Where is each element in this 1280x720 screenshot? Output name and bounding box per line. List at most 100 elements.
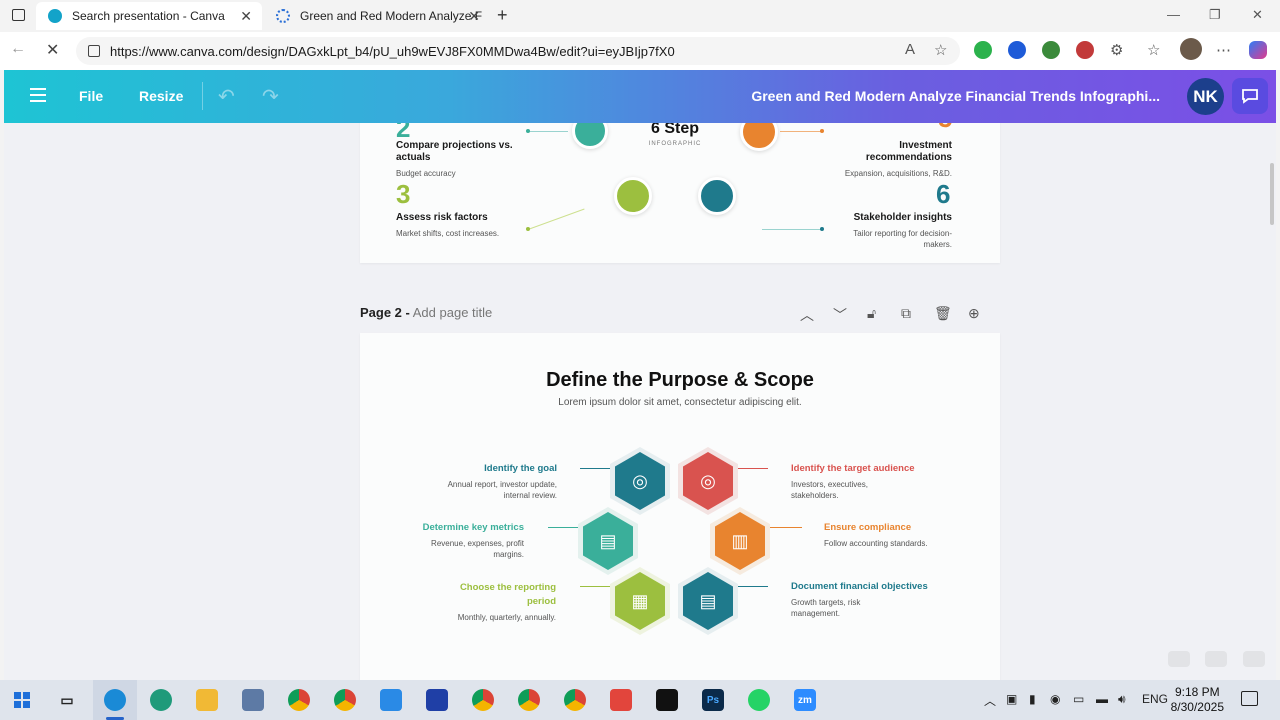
item-goal-heading: Identify the goal [484,463,557,474]
item-compliance-subtext: Follow accounting standards. [824,539,928,548]
undo-icon[interactable]: ↶ [218,84,235,109]
step-6-heading: Stakeholder insights [853,212,952,223]
step-3-heading: Assess risk factors [396,212,488,223]
meet-now-icon[interactable]: ▣ [1006,692,1017,706]
connector-line [527,208,585,230]
task-view-icon[interactable]: ▭ [56,689,78,711]
redo-icon[interactable]: ↷ [262,84,279,109]
address-bar[interactable]: https://www.canva.com/design/DAGxkLpt_b4… [76,37,960,65]
edge-tray-icon[interactable]: ◉ [1050,692,1060,706]
item-audience-subtext: Investors, executives, stakeholders. [791,480,868,500]
move-page-up-icon[interactable]: ︿ [800,305,814,325]
network-icon[interactable]: ▭ [1073,692,1084,706]
minimize-button[interactable]: — [1167,7,1180,22]
extension-shield-icon[interactable] [974,41,992,59]
move-page-down-icon[interactable]: ﹀ [833,305,847,325]
system-clock[interactable]: 9:18 PM 8/30/2025 [1171,685,1224,715]
item-period-subtext: Monthly, quarterly, annually. [457,613,556,622]
clock-time: 9:18 PM [1174,685,1220,699]
extension-blue-icon[interactable] [1008,41,1026,59]
close-tab-icon[interactable]: ✕ [240,8,252,25]
show-hidden-icons[interactable]: ︿ [984,692,996,709]
url-text: https://www.canva.com/design/DAGxkLpt_b4… [110,43,675,59]
chrome-icon[interactable] [288,689,310,711]
photoshop-icon[interactable]: Ps [702,689,724,711]
page-view-button[interactable] [1205,651,1227,667]
more-options-icon[interactable]: ⋯ [1216,41,1231,59]
computer-icon[interactable] [242,689,264,711]
loading-spinner-icon [276,9,290,23]
canva-header: File Resize ↶ ↷ Green and Red Modern Ana… [4,70,1276,123]
copilot-icon[interactable] [1249,41,1267,59]
main-menu-icon[interactable] [30,88,46,102]
restore-button[interactable]: ❐ [1209,7,1221,23]
audio-wave-icon[interactable] [656,689,678,711]
favorite-star-icon[interactable]: ☆ [934,41,947,59]
duplicate-page-icon[interactable]: ⧉ [901,305,911,322]
connector-dot [526,129,530,133]
delete-page-icon[interactable]: 🗑︎ [934,305,952,322]
profile-avatar[interactable] [1180,38,1202,60]
item-goal-subtext: Annual report, investor update, internal… [447,480,557,500]
design-canvas[interactable]: 2 Compare projections vs. actuals Budget… [4,123,1276,680]
fullscreen-button[interactable] [1243,651,1265,667]
favorites-icon[interactable]: ☆ [1147,41,1160,59]
notifications-icon[interactable] [1241,691,1258,706]
stop-loading-button[interactable]: ✕ [46,40,59,60]
language-indicator[interactable]: ENG [1142,692,1168,706]
read-aloud-icon[interactable]: A [905,41,915,58]
step-3-number: 3 [396,179,411,209]
hex-audience-icon: ◎ [678,447,738,515]
page-2[interactable]: Define the Purpose & Scope Lorem ipsum d… [360,333,1000,680]
chrome-profile-5-icon[interactable] [564,689,586,711]
extension-red-icon[interactable] [1076,41,1094,59]
file-explorer-icon[interactable] [196,689,218,711]
step-5-circle-icon [740,123,778,151]
notes-button[interactable] [1168,651,1190,667]
comment-button[interactable] [1232,78,1268,114]
connector-line [548,527,578,528]
lock-page-icon[interactable]: 🔓︎ [867,305,876,322]
page-1[interactable]: 2 Compare projections vs. actuals Budget… [360,123,1000,263]
zoom-icon[interactable]: zm [794,689,816,711]
edge-taskbar-icon[interactable] [104,689,126,711]
resize-button[interactable]: Resize [139,88,183,104]
vertical-scrollbar[interactable] [1270,163,1274,225]
microphone-icon[interactable]: ▮ [1029,692,1036,706]
connector-dot [820,227,824,231]
close-window-button[interactable]: ✕ [1252,7,1263,23]
tab-search-presentation[interactable]: Search presentation - Canva ✕ [36,2,262,30]
whatsapp-icon[interactable] [748,689,770,711]
forms-icon[interactable] [426,689,448,711]
item-metrics-subtext: Revenue, expenses, profit margins. [431,539,524,559]
chrome-profile-4-icon[interactable] [518,689,540,711]
step-2-subtext: Budget accuracy [396,169,456,178]
page-2-title: Define the Purpose & Scope [546,369,814,391]
chrome-profile-2-icon[interactable] [334,689,356,711]
tab-actions-icon[interactable] [12,9,25,21]
add-page-title-input[interactable]: Add page title [413,305,493,320]
document-title[interactable]: Green and Red Modern Analyze Financial T… [751,88,1160,104]
tab-green-red-design[interactable]: Green and Red Modern Analyze F ✕ [270,2,486,30]
step-2-heading: Compare projections vs. actuals [396,140,513,163]
extension-green-icon[interactable] [1042,41,1060,59]
app-store-icon[interactable] [380,689,402,711]
back-button[interactable]: ← [10,40,26,58]
tab-title: Search presentation - Canva [72,9,225,23]
volume-icon[interactable]: 🔊︎ [1118,692,1126,707]
start-button[interactable] [14,692,30,708]
chrome-profile-3-icon[interactable] [472,689,494,711]
extensions-icon[interactable]: ⚙ [1110,41,1123,59]
file-menu-button[interactable]: File [79,88,103,104]
battery-icon[interactable]: ▬ [1096,692,1108,706]
add-page-icon[interactable]: ⊕ [968,305,980,322]
user-avatar[interactable]: NK [1187,78,1224,115]
edge-dev-taskbar-icon[interactable] [150,689,172,711]
new-tab-button[interactable]: + [497,5,508,26]
anydesk-icon[interactable] [610,689,632,711]
site-info-icon[interactable] [88,45,100,57]
connector-line [780,131,822,132]
comment-icon [1242,89,1258,104]
close-tab-icon[interactable]: ✕ [468,8,480,25]
tab-title: Green and Red Modern Analyze F [300,9,483,23]
